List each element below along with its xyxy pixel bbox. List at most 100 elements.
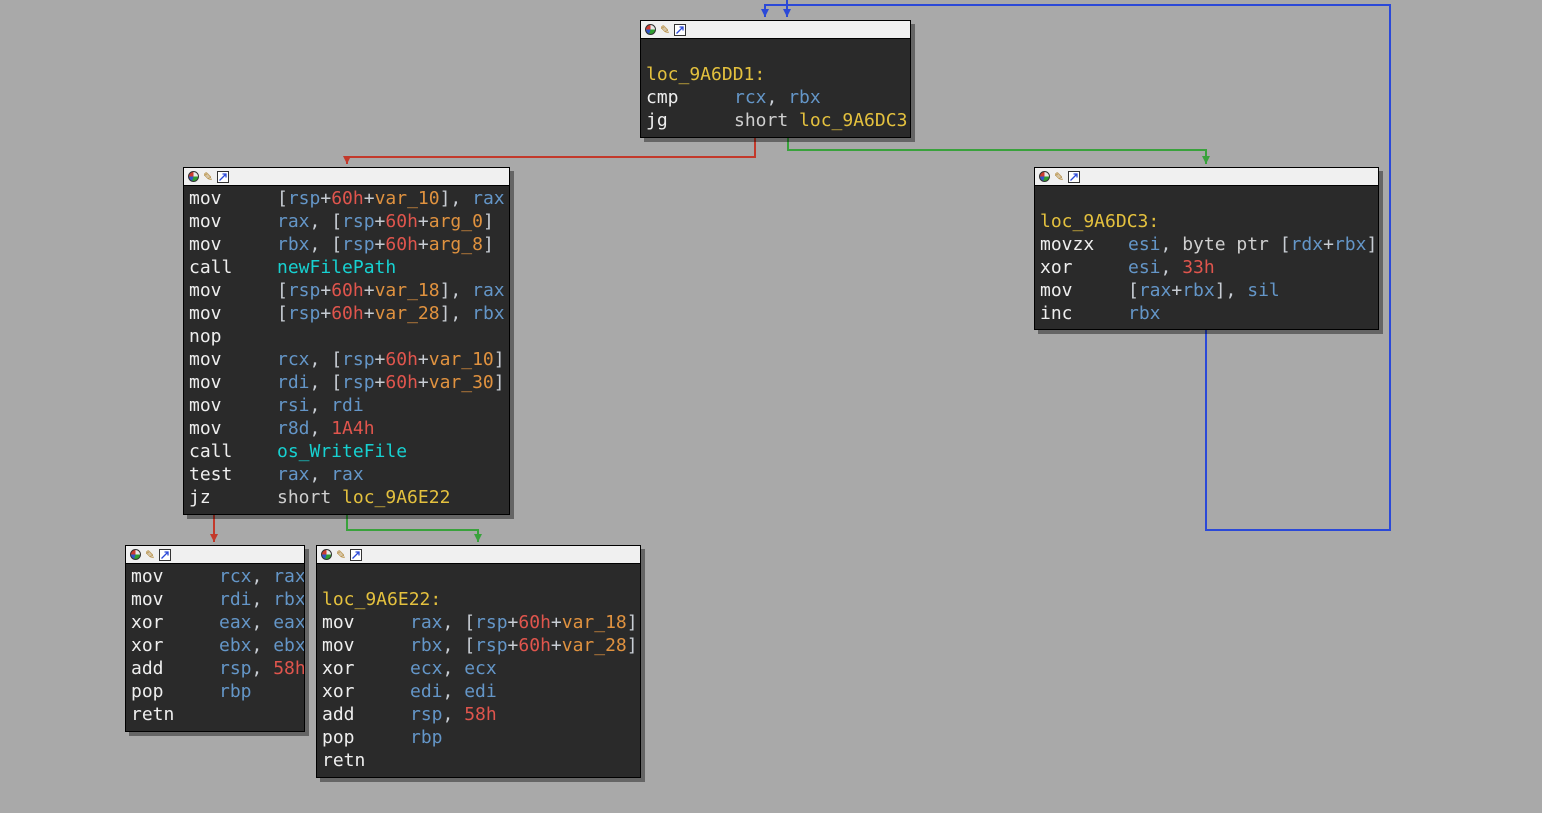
token-punct[interactable]: + bbox=[551, 635, 562, 656]
token-punct[interactable]: , bbox=[1161, 257, 1183, 278]
asm-line[interactable]: xoresi, 33h bbox=[1040, 256, 1373, 279]
token-register[interactable]: r8d bbox=[277, 418, 310, 439]
graph-node-loc_9A6DD1[interactable]: ✎ loc_9A6DD1:cmprcx, rbxjgshort loc_9A6D… bbox=[640, 20, 911, 138]
token-punct[interactable]: ] bbox=[483, 234, 494, 255]
asm-line[interactable]: poprbp bbox=[131, 680, 299, 703]
mnemonic[interactable]: inc bbox=[1040, 302, 1128, 325]
token-function[interactable]: newFilePath bbox=[277, 257, 396, 278]
mnemonic[interactable]: xor bbox=[1040, 256, 1128, 279]
token-punct[interactable]: + bbox=[418, 349, 429, 370]
mnemonic[interactable]: add bbox=[131, 657, 219, 680]
token-punct[interactable]: , bbox=[767, 87, 789, 108]
token-register[interactable]: edi bbox=[410, 681, 443, 702]
token-register[interactable]: ebx bbox=[273, 635, 305, 656]
node-titlebar[interactable]: ✎ bbox=[641, 21, 910, 39]
token-register[interactable]: ecx bbox=[410, 658, 443, 679]
mnemonic[interactable]: pop bbox=[131, 680, 219, 703]
asm-line[interactable]: movrbx, [rsp+60h+var_28] bbox=[322, 634, 635, 657]
asm-line[interactable]: jzshort loc_9A6E22 bbox=[189, 486, 504, 509]
token-punct[interactable]: , bbox=[1161, 234, 1183, 255]
token-register[interactable]: rdi bbox=[277, 372, 310, 393]
asm-line[interactable]: retn bbox=[131, 703, 299, 726]
mnemonic[interactable]: xor bbox=[322, 657, 410, 680]
mnemonic[interactable]: xor bbox=[322, 680, 410, 703]
token-punct[interactable]: + bbox=[418, 234, 429, 255]
mnemonic[interactable]: mov bbox=[131, 588, 219, 611]
token-var[interactable]: var_18 bbox=[375, 280, 440, 301]
asm-line[interactable]: movrsi, rdi bbox=[189, 394, 504, 417]
token-var[interactable]: arg_0 bbox=[429, 211, 483, 232]
token-number[interactable]: 60h bbox=[331, 280, 364, 301]
node-titlebar[interactable]: ✎ bbox=[184, 168, 509, 186]
token-punct[interactable]: , bbox=[443, 704, 465, 725]
asm-line[interactable]: movrdi, rbx bbox=[131, 588, 299, 611]
token-number[interactable]: 60h bbox=[331, 303, 364, 324]
token-punct[interactable]: ] bbox=[483, 211, 494, 232]
asm-line[interactable]: xoredi, edi bbox=[322, 680, 635, 703]
token-punct[interactable]: ] bbox=[627, 612, 638, 633]
graph-node-loc_9A6DC3[interactable]: ✎ loc_9A6DC3:movzxesi, byte ptr [rdx+rbx… bbox=[1034, 167, 1379, 330]
token-register[interactable]: rsp bbox=[410, 704, 443, 725]
token-register[interactable]: rbp bbox=[219, 681, 252, 702]
token-var[interactable]: var_30 bbox=[429, 372, 494, 393]
token-number[interactable]: 60h bbox=[385, 211, 418, 232]
asm-line[interactable]: xorebx, ebx bbox=[131, 634, 299, 657]
asm-line[interactable]: nop bbox=[189, 325, 504, 348]
asm-line[interactable]: xoreax, eax bbox=[131, 611, 299, 634]
token-register[interactable]: rbx bbox=[410, 635, 443, 656]
token-register[interactable]: eax bbox=[273, 612, 305, 633]
asm-line[interactable]: incrbx bbox=[1040, 302, 1373, 325]
token-register[interactable]: rsp bbox=[342, 234, 375, 255]
token-punct[interactable]: , bbox=[443, 658, 465, 679]
graph-view[interactable]: ✎ loc_9A6DD1:cmprcx, rbxjgshort loc_9A6D… bbox=[0, 0, 1542, 813]
token-register[interactable]: rbx bbox=[277, 234, 310, 255]
asm-line[interactable]: addrsp, 58h bbox=[131, 657, 299, 680]
token-number[interactable]: 60h bbox=[331, 188, 364, 209]
asm-line[interactable]: callnewFilePath bbox=[189, 256, 504, 279]
token-punct[interactable]: + bbox=[320, 303, 331, 324]
label-text[interactable]: loc_9A6E22: bbox=[322, 589, 441, 610]
mnemonic[interactable]: pop bbox=[322, 726, 410, 749]
token-punct[interactable]: ] bbox=[494, 349, 505, 370]
token-punct[interactable]: + bbox=[1323, 234, 1334, 255]
token-var[interactable]: var_10 bbox=[429, 349, 494, 370]
asm-line[interactable]: mov[rsp+60h+var_18], rax bbox=[189, 279, 504, 302]
token-punct[interactable]: + bbox=[375, 211, 386, 232]
mnemonic[interactable]: mov bbox=[322, 634, 410, 657]
token-number[interactable]: 60h bbox=[518, 612, 551, 633]
token-punct[interactable]: + bbox=[551, 612, 562, 633]
token-punct[interactable]: + bbox=[1171, 280, 1182, 301]
mnemonic[interactable]: nop bbox=[189, 325, 277, 348]
asm-line[interactable]: movrax, [rsp+60h+arg_0] bbox=[189, 210, 504, 233]
token-number[interactable]: 58h bbox=[464, 704, 497, 725]
token-punct[interactable]: , [ bbox=[443, 612, 476, 633]
token-punct[interactable]: + bbox=[320, 280, 331, 301]
token-register[interactable]: rsp bbox=[288, 280, 321, 301]
asm-line[interactable]: cmprcx, rbx bbox=[646, 86, 905, 109]
token-punct[interactable]: + bbox=[508, 635, 519, 656]
token-register[interactable]: rbx bbox=[1334, 234, 1367, 255]
token-punct[interactable]: + bbox=[364, 303, 375, 324]
mnemonic[interactable]: mov bbox=[189, 371, 277, 394]
token-register[interactable]: rsi bbox=[277, 395, 310, 416]
mnemonic[interactable]: jg bbox=[646, 109, 734, 132]
token-punct[interactable]: ], bbox=[440, 303, 473, 324]
mnemonic[interactable]: call bbox=[189, 256, 277, 279]
token-register[interactable]: rdi bbox=[331, 395, 364, 416]
token-register[interactable]: rax bbox=[410, 612, 443, 633]
token-punct[interactable]: , bbox=[252, 589, 274, 610]
asm-line[interactable]: mov[rsp+60h+var_28], rbx bbox=[189, 302, 504, 325]
token-register[interactable]: rsp bbox=[342, 349, 375, 370]
node-titlebar[interactable]: ✎ bbox=[1035, 168, 1378, 186]
token-register[interactable]: rax bbox=[472, 188, 505, 209]
label-text[interactable]: loc_9A6DD1: bbox=[646, 64, 765, 85]
token-register[interactable]: rsp bbox=[342, 372, 375, 393]
asm-label[interactable]: loc_9A6E22: bbox=[322, 588, 635, 611]
mnemonic[interactable]: xor bbox=[131, 634, 219, 657]
token-register[interactable]: rcx bbox=[734, 87, 767, 108]
token-punct[interactable]: [ bbox=[277, 188, 288, 209]
asm-line[interactable]: movrcx, rax bbox=[131, 565, 299, 588]
mnemonic[interactable]: mov bbox=[189, 348, 277, 371]
token-punct[interactable]: , bbox=[443, 681, 465, 702]
token-punct[interactable]: + bbox=[364, 280, 375, 301]
